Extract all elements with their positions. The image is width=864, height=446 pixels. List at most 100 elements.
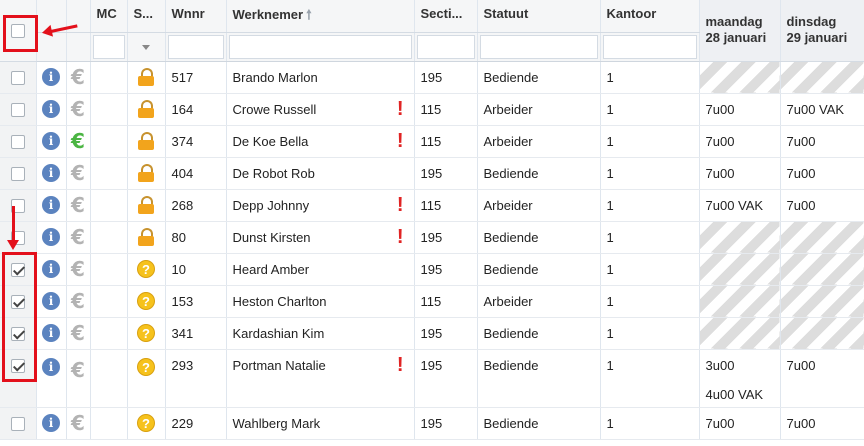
- info-icon[interactable]: i: [42, 100, 60, 118]
- werknemer-cell[interactable]: Crowe Russell!: [226, 93, 415, 126]
- werknemer-cell[interactable]: Kardashian Kim: [226, 317, 415, 350]
- werknemer-cell[interactable]: Heston Charlton: [226, 285, 415, 318]
- werknemer-cell[interactable]: Brando Marlon: [226, 61, 415, 94]
- filter-statuut[interactable]: [479, 34, 598, 59]
- filter-mc-cell: [90, 32, 128, 62]
- table-row[interactable]: i €? 293 Portman Natalie! 195 Bediende 1 3u00 4u…: [0, 349, 864, 408]
- table-row[interactable]: i €? 341 Kardashian Kim 195 Bediende 1: [0, 317, 864, 350]
- row-checkbox[interactable]: [10, 70, 25, 85]
- euro-icon[interactable]: €: [71, 321, 85, 345]
- day-cell-2[interactable]: 7u00: [780, 407, 864, 440]
- day-cell-1[interactable]: [699, 317, 781, 350]
- filter-status-cell[interactable]: [127, 32, 166, 62]
- row-select-cell: [0, 93, 37, 126]
- col-mc[interactable]: MC: [90, 0, 128, 33]
- col-day-1[interactable]: maandag 28 januari: [699, 0, 781, 62]
- day-cell-1[interactable]: 7u00: [699, 125, 781, 158]
- euro-icon[interactable]: €: [71, 411, 85, 435]
- werknemer-cell[interactable]: De Koe Bella!: [226, 125, 415, 158]
- euro-icon[interactable]: €: [71, 257, 85, 281]
- filter-sectie[interactable]: [416, 34, 475, 59]
- col-statuut[interactable]: Statuut: [477, 0, 601, 33]
- info-icon[interactable]: i: [42, 132, 60, 150]
- info-icon[interactable]: i: [42, 196, 60, 214]
- row-checkbox[interactable]: [10, 134, 25, 149]
- day-cell-2[interactable]: [780, 285, 864, 318]
- info-icon[interactable]: i: [42, 260, 60, 278]
- statuut-cell: Bediende: [477, 317, 601, 350]
- day-cell-1[interactable]: 7u00: [699, 93, 781, 126]
- info-icon[interactable]: i: [42, 357, 60, 376]
- euro-icon[interactable]: €: [71, 358, 85, 382]
- day-cell-1[interactable]: 7u00: [699, 407, 781, 440]
- werknemer-cell[interactable]: Depp Johnny!: [226, 189, 415, 222]
- day-cell-2[interactable]: [780, 221, 864, 254]
- row-checkbox[interactable]: [10, 102, 25, 117]
- question-icon: ?: [137, 357, 155, 376]
- info-icon[interactable]: i: [42, 292, 60, 310]
- warning-icon: !: [396, 193, 404, 216]
- day-cell-2[interactable]: [780, 317, 864, 350]
- info-icon[interactable]: i: [42, 414, 60, 432]
- euro-icon[interactable]: €: [71, 289, 85, 313]
- table-row[interactable]: i €80 Dunst Kirsten! 195 Bediende 1: [0, 221, 864, 254]
- filter-mc[interactable]: [92, 34, 125, 59]
- day-cell-2[interactable]: [780, 253, 864, 286]
- day-cell-1[interactable]: 7u00 VAK: [699, 189, 781, 222]
- row-checkbox[interactable]: [10, 166, 25, 181]
- day-cell-1[interactable]: [699, 253, 781, 286]
- day-cell-2[interactable]: 7u00 VAK: [780, 93, 864, 126]
- werknemer-cell[interactable]: Portman Natalie!: [226, 349, 415, 408]
- info-cell: i: [36, 189, 67, 222]
- day-cell-1[interactable]: 7u00: [699, 157, 781, 190]
- table-row[interactable]: i €517 Brando Marlon 195 Bediende 1: [0, 61, 864, 94]
- col-kantoor[interactable]: Kantoor: [600, 0, 700, 33]
- day-cell-2[interactable]: 7u00: [780, 157, 864, 190]
- info-icon[interactable]: i: [42, 68, 60, 86]
- info-icon[interactable]: i: [42, 228, 60, 246]
- euro-cell: €: [66, 407, 91, 440]
- werknemer-cell[interactable]: Wahlberg Mark: [226, 407, 415, 440]
- day-cell-1[interactable]: [699, 61, 781, 94]
- col-sectie[interactable]: Secti...: [414, 0, 478, 33]
- col-werknemer[interactable]: Werknemer 🠕: [226, 0, 415, 33]
- col-wnnr[interactable]: Wnnr: [165, 0, 227, 33]
- row-checkbox[interactable]: [10, 416, 25, 431]
- filter-wnnr[interactable]: [167, 34, 224, 59]
- day-cell-2[interactable]: 7u00: [780, 189, 864, 222]
- euro-icon[interactable]: €: [71, 65, 85, 89]
- filter-kantoor[interactable]: [602, 34, 697, 59]
- table-row[interactable]: i €164 Crowe Russell! 115 Arbeider 1 7u00 7u00 …: [0, 93, 864, 126]
- filter-werknemer[interactable]: [228, 34, 412, 59]
- table-row[interactable]: i €? 153 Heston Charlton 115 Arbeider 1: [0, 285, 864, 318]
- euro-icon[interactable]: €: [71, 193, 85, 217]
- day-cell-2[interactable]: 7u00: [780, 125, 864, 158]
- table-row[interactable]: i €404 De Robot Rob 195 Bediende 1 7u00 7u00: [0, 157, 864, 190]
- sectie-cell: 115: [414, 125, 478, 158]
- werknemer-cell[interactable]: Heard Amber: [226, 253, 415, 286]
- col-day-2[interactable]: dinsdag 29 januari: [780, 0, 864, 62]
- table-row[interactable]: i €? 229 Wahlberg Mark 195 Bediende 1 7u00 7u00: [0, 407, 864, 440]
- euro-icon[interactable]: €: [71, 225, 85, 249]
- table-row[interactable]: i €? 10 Heard Amber 195 Bediende 1: [0, 253, 864, 286]
- euro-icon[interactable]: €: [71, 97, 85, 121]
- werknemer-cell[interactable]: Dunst Kirsten!: [226, 221, 415, 254]
- table-row[interactable]: i €374 De Koe Bella! 115 Arbeider 1 7u00 7u00: [0, 125, 864, 158]
- day-cell-1[interactable]: [699, 221, 781, 254]
- col-status[interactable]: S...: [127, 0, 166, 33]
- info-icon[interactable]: i: [42, 164, 60, 182]
- day-cell-1[interactable]: 3u00 4u00 VAK: [699, 349, 781, 408]
- werknemer-cell[interactable]: De Robot Rob: [226, 157, 415, 190]
- euro-icon[interactable]: €: [71, 129, 85, 153]
- statuut-cell: Arbeider: [477, 93, 601, 126]
- day-cell-1[interactable]: [699, 285, 781, 318]
- day-cell-2[interactable]: [780, 61, 864, 94]
- info-icon[interactable]: i: [42, 324, 60, 342]
- warning-icon: !: [396, 97, 404, 120]
- table-row[interactable]: i €268 Depp Johnny! 115 Arbeider 1 7u00 VAK 7u0…: [0, 189, 864, 222]
- day-cell-2[interactable]: 7u00: [780, 349, 864, 408]
- euro-cell: €: [66, 189, 91, 222]
- wnnr-cell: 164: [165, 93, 227, 126]
- euro-icon[interactable]: €: [71, 161, 85, 185]
- statuut-cell: Bediende: [477, 253, 601, 286]
